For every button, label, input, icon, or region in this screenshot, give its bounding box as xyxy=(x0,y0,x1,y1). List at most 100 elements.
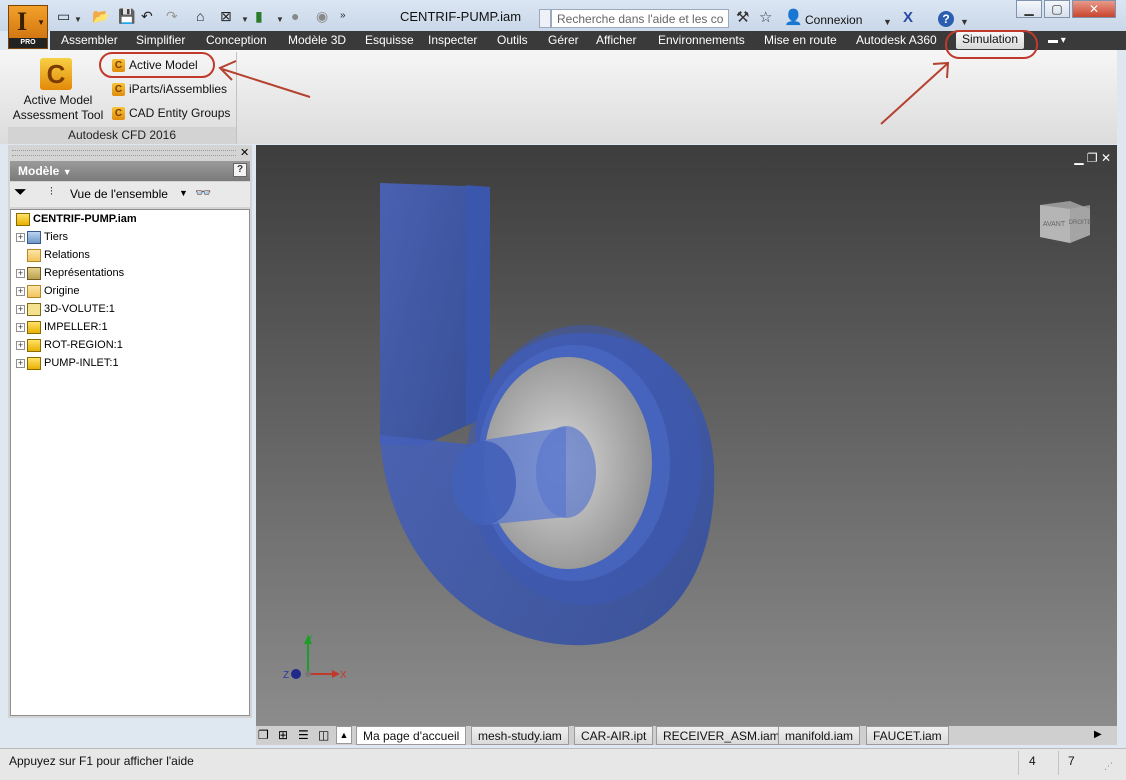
application-menu-button[interactable]: I ▼ PRO xyxy=(8,5,48,49)
sign-in-link[interactable]: Connexion xyxy=(805,13,862,27)
doc-tab-mesh-study[interactable]: mesh-study.iam xyxy=(471,726,569,745)
exchange-icon[interactable]: X xyxy=(903,10,913,26)
doc-tab-home[interactable]: Ma page d'accueil xyxy=(356,726,467,745)
tab-autodesk-a360[interactable]: Autodesk A360 xyxy=(856,33,937,48)
close-button[interactable]: ✕ xyxy=(1072,0,1116,18)
chevron-down-icon[interactable]: ▼ xyxy=(276,12,284,28)
model-tree: CENTRIF-PUMP.iam + Tiers Relations + Repré… xyxy=(10,209,250,716)
user-icon[interactable]: 👤 xyxy=(784,10,803,26)
doc-tab-faucet[interactable]: FAUCET.iam xyxy=(866,726,949,745)
browser-header[interactable]: Modèle ▼ ? xyxy=(10,161,250,181)
search-pane-toggle[interactable] xyxy=(539,9,551,28)
open-folder-icon[interactable]: 📂 xyxy=(92,8,109,24)
document-title: CENTRIF-PUMP.iam xyxy=(400,9,522,24)
tree-node-origine[interactable]: + Origine xyxy=(16,283,79,300)
cad-entity-groups-button[interactable]: C CAD Entity Groups xyxy=(112,106,230,121)
help-icon[interactable]: ? xyxy=(233,163,247,177)
resize-grip-icon[interactable]: ⋰ xyxy=(1104,761,1113,772)
expand-icon[interactable]: + xyxy=(16,286,25,296)
expand-icon[interactable]: + xyxy=(16,322,25,332)
tree-root-label: CENTRIF-PUMP.iam xyxy=(33,213,137,225)
chevron-down-icon[interactable]: ▼ xyxy=(74,12,82,28)
chevron-down-icon[interactable]: ▼ xyxy=(960,14,969,30)
tree-node-label: ROT-REGION:1 xyxy=(44,339,123,351)
ribbon-display-icon[interactable]: ▬ ▾ xyxy=(1048,33,1066,48)
doc-tab-manifold[interactable]: manifold.iam xyxy=(778,726,861,745)
tile-horizontal-icon[interactable]: ☰ xyxy=(298,728,309,742)
app-letter: I xyxy=(17,7,28,36)
material-icon[interactable]: ◉ xyxy=(316,8,328,24)
browser-toolbar: ⏷ ⫶ Vue de l'ensemble ▼ 👓 xyxy=(10,182,250,207)
tree-node-relations[interactable]: Relations xyxy=(27,247,90,264)
tab-gerer[interactable]: Gérer xyxy=(548,33,579,48)
undo-icon[interactable]: ↶ xyxy=(141,8,153,24)
cascade-windows-icon[interactable]: ❐ xyxy=(258,728,269,742)
tab-outils[interactable]: Outils xyxy=(497,33,528,48)
doc-tab-car-air[interactable]: CAR-AIR.ipt xyxy=(574,726,654,745)
volute-part-icon xyxy=(27,302,41,316)
tab-conception[interactable]: Conception xyxy=(206,33,267,48)
minimize-button[interactable]: ▁ xyxy=(1016,0,1042,18)
status-divider xyxy=(1018,751,1019,775)
cfd-icon[interactable]: C xyxy=(40,58,72,90)
home-icon[interactable]: ⌂ xyxy=(196,8,204,24)
chevron-up-icon[interactable]: ▲ xyxy=(336,726,352,744)
panel-grip[interactable] xyxy=(12,150,236,156)
maximize-button[interactable]: ▢ xyxy=(1044,0,1070,18)
tile-vertical-icon[interactable]: ◫ xyxy=(318,728,329,742)
tree-node-label: Représentations xyxy=(44,267,125,279)
save-icon[interactable]: 💾 xyxy=(118,8,135,24)
pump-model[interactable] xyxy=(256,145,1117,727)
tab-afficher[interactable]: Afficher xyxy=(596,33,636,48)
tab-mise-en-route[interactable]: Mise en route xyxy=(764,33,837,48)
binoculars-icon[interactable]: 👓 xyxy=(195,185,211,201)
tree-node-label: PUMP-INLET:1 xyxy=(44,357,119,369)
chevron-down-icon[interactable]: ▼ xyxy=(883,14,892,30)
expand-icon[interactable]: + xyxy=(16,358,25,368)
star-icon[interactable]: ☆ xyxy=(759,10,772,26)
new-document-icon[interactable]: ▭ xyxy=(57,8,70,24)
tree-node-pump-inlet[interactable]: + PUMP-INLET:1 xyxy=(16,355,119,372)
expand-icon[interactable]: + xyxy=(16,340,25,350)
chevron-down-icon[interactable]: ▼ xyxy=(241,12,249,28)
binoculars-icon[interactable]: ⚒ xyxy=(736,10,749,26)
part-icon xyxy=(27,338,41,352)
tab-environnements[interactable]: Environnements xyxy=(658,33,745,48)
application-window: I ▼ PRO ▭ ▼ 📂 💾 ↶ ↷ ⌂ ⊠ ▼ ▮ ▼ ● ◉ » CENTRIF… xyxy=(0,0,1126,780)
tile-windows-icon[interactable]: ⊞ xyxy=(278,728,288,742)
tree-node-rot-region[interactable]: + ROT-REGION:1 xyxy=(16,337,123,354)
expand-icon[interactable]: + xyxy=(16,304,25,314)
expand-icon[interactable]: + xyxy=(16,268,25,278)
redo-icon[interactable]: ↷ xyxy=(166,8,178,24)
status-text: Appuyez sur F1 pour afficher l'aide xyxy=(9,754,194,768)
tree-node-tiers[interactable]: + Tiers xyxy=(16,229,68,246)
tree-node-3d-volute[interactable]: +3D-VOLUTE:1 xyxy=(16,301,115,318)
tab-assembler[interactable]: Assembler xyxy=(61,33,118,48)
graphics-viewport[interactable]: ▁ ❐ ✕ AVANT DROITE Y X Z xyxy=(256,145,1117,727)
help-search-input[interactable] xyxy=(551,9,729,28)
tab-inspecter[interactable]: Inspecter xyxy=(428,33,477,48)
tree-node-representations[interactable]: + Représentations xyxy=(16,265,124,282)
close-icon[interactable]: ✕ xyxy=(240,146,249,159)
tab-simplifier[interactable]: Simplifier xyxy=(136,33,185,48)
tree-node-impeller[interactable]: + IMPELLER:1 xyxy=(16,319,108,336)
active-model-assessment-tool-button[interactable]: Active Model Assessment Tool xyxy=(10,93,106,123)
folder-icon xyxy=(27,248,41,262)
appearance-icon[interactable]: ● xyxy=(291,8,299,24)
viewcube[interactable]: AVANT DROITE xyxy=(1034,195,1096,245)
filter-icon[interactable]: ⏷ xyxy=(14,184,27,202)
tree-root[interactable]: CENTRIF-PUMP.iam xyxy=(16,211,137,228)
update-icon[interactable]: ⊠ xyxy=(220,8,232,24)
select-icon[interactable]: ▮ xyxy=(255,8,263,24)
help-icon[interactable]: ? xyxy=(938,11,954,27)
chevron-right-icon[interactable]: ▶ xyxy=(1094,729,1102,740)
chevron-down-icon[interactable]: ▼ xyxy=(179,188,188,198)
more-commands-icon[interactable]: » xyxy=(340,8,346,24)
view-selector[interactable]: Vue de l'ensemble xyxy=(70,187,168,201)
expand-icon[interactable]: + xyxy=(16,232,25,242)
tab-modele-3d[interactable]: Modèle 3D xyxy=(288,33,346,48)
annotation-circle-simulation xyxy=(945,30,1038,59)
tab-esquisse[interactable]: Esquisse xyxy=(365,33,414,48)
tree-node-label: 3D-VOLUTE:1 xyxy=(44,303,115,315)
doc-tab-receiver-asm[interactable]: RECEIVER_ASM.iam xyxy=(656,726,787,745)
